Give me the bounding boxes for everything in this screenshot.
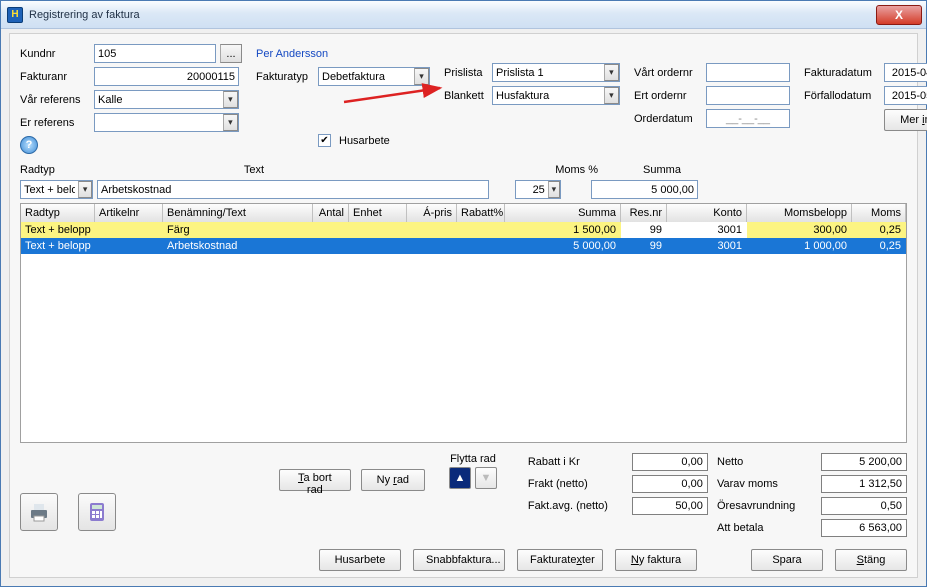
varavmoms-value: 1 312,50 [821, 475, 907, 493]
kundnr-browse-button[interactable]: ... [220, 44, 242, 63]
netto-label: Netto [717, 456, 817, 468]
stang-button[interactable]: Stäng [835, 549, 907, 571]
kundnr-label: Kundnr [20, 48, 90, 60]
husarbete-checkbox[interactable]: ✔ [318, 134, 331, 147]
frakt-label: Frakt (netto) [528, 478, 628, 490]
ores-value: 0,50 [821, 497, 907, 515]
fakturadatum-input[interactable] [884, 63, 927, 82]
husarbete-button[interactable]: Husarbete [319, 549, 401, 571]
blankett-label: Blankett [444, 90, 488, 102]
nyrad-button[interactable]: Ny rad [361, 469, 425, 491]
fakturanr-label: Fakturanr [20, 71, 90, 83]
rabatt-label: Rabatt i Kr [528, 456, 628, 468]
fakturanr-input[interactable] [94, 67, 239, 86]
ertorder-input[interactable] [706, 86, 790, 105]
rowedit-radtyp-combo[interactable] [20, 180, 93, 199]
ertorder-label: Ert ordernr [634, 90, 702, 102]
orderdatum-input[interactable] [706, 109, 790, 128]
flytta-label: Flytta rad [438, 453, 508, 465]
varreferens-label: Vår referens [20, 94, 90, 106]
erreferens-combo[interactable] [94, 113, 239, 132]
vartorder-label: Vårt ordernr [634, 67, 702, 79]
app-icon: H [7, 7, 23, 23]
faktavg-label: Fakt.avg. (netto) [528, 500, 628, 512]
fakturatexter-button[interactable]: Fakturatexter [517, 549, 603, 571]
help-icon[interactable]: ? [20, 136, 38, 154]
red-arrow-annotation [340, 82, 450, 111]
fakturatyp-label: Fakturatyp [256, 71, 314, 83]
rowedit-summa-label: Summa [602, 164, 722, 176]
rowedit-text-input[interactable] [97, 180, 489, 199]
rowedit-moms-label: Moms % [413, 164, 598, 176]
rowedit-summa-input[interactable] [591, 180, 698, 199]
forfallodatum-label: Förfallodatum [804, 90, 880, 102]
orderdatum-label: Orderdatum [634, 113, 702, 125]
nyfaktura-button[interactable]: Ny faktura [615, 549, 697, 571]
faktavg-value: 50,00 [632, 497, 708, 515]
rabatt-value: 0,00 [632, 453, 708, 471]
husarbete-checkbox-label: Husarbete [339, 135, 390, 147]
printer-icon [27, 500, 51, 524]
netto-value: 5 200,00 [821, 453, 907, 471]
frakt-value: 0,00 [632, 475, 708, 493]
rowedit-moms-combo[interactable] [515, 180, 561, 199]
forfallodatum-input[interactable] [884, 86, 927, 105]
snabbfaktura-button[interactable]: Snabbfaktura... [413, 549, 505, 571]
calculator-icon [85, 500, 109, 524]
moverow-down-button[interactable]: ▼ [475, 467, 497, 489]
table-row[interactable]: Text + belopp Färg 1 500,00 99 3001 300,… [21, 222, 906, 238]
prislista-combo[interactable] [492, 63, 620, 82]
calculator-button[interactable] [78, 493, 116, 531]
spara-button[interactable]: Spara [751, 549, 823, 571]
erreferens-label: Er referens [20, 117, 90, 129]
kundnr-input[interactable] [94, 44, 216, 63]
grid-header: Radtyp Artikelnr Benämning/Text Antal En… [21, 204, 906, 222]
rowedit-radtyp-label: Radtyp [20, 164, 95, 176]
rowedit-text-label: Text [99, 164, 409, 176]
merinfo-button[interactable]: Mer info [884, 109, 927, 131]
attbetala-value: 6 563,00 [821, 519, 907, 537]
prislista-label: Prislista [444, 67, 488, 79]
blankett-combo[interactable] [492, 86, 620, 105]
print-button[interactable] [20, 493, 58, 531]
tabort-button[interactable]: Ta bort rad [279, 469, 351, 491]
close-button[interactable]: X [876, 5, 922, 25]
varavmoms-label: Varav moms [717, 478, 817, 490]
vartorder-input[interactable] [706, 63, 790, 82]
fakturadatum-label: Fakturadatum [804, 67, 880, 79]
moverow-up-button[interactable]: ▲ [449, 467, 471, 489]
attbetala-label: Att betala [717, 522, 817, 534]
varreferens-combo[interactable] [94, 90, 239, 109]
window-title: Registrering av faktura [29, 9, 140, 21]
table-row[interactable]: Text + belopp Arbetskostnad 5 000,00 99 … [21, 238, 906, 254]
ores-label: Öresavrundning [717, 500, 817, 512]
customer-link[interactable]: Per Andersson [256, 48, 328, 60]
